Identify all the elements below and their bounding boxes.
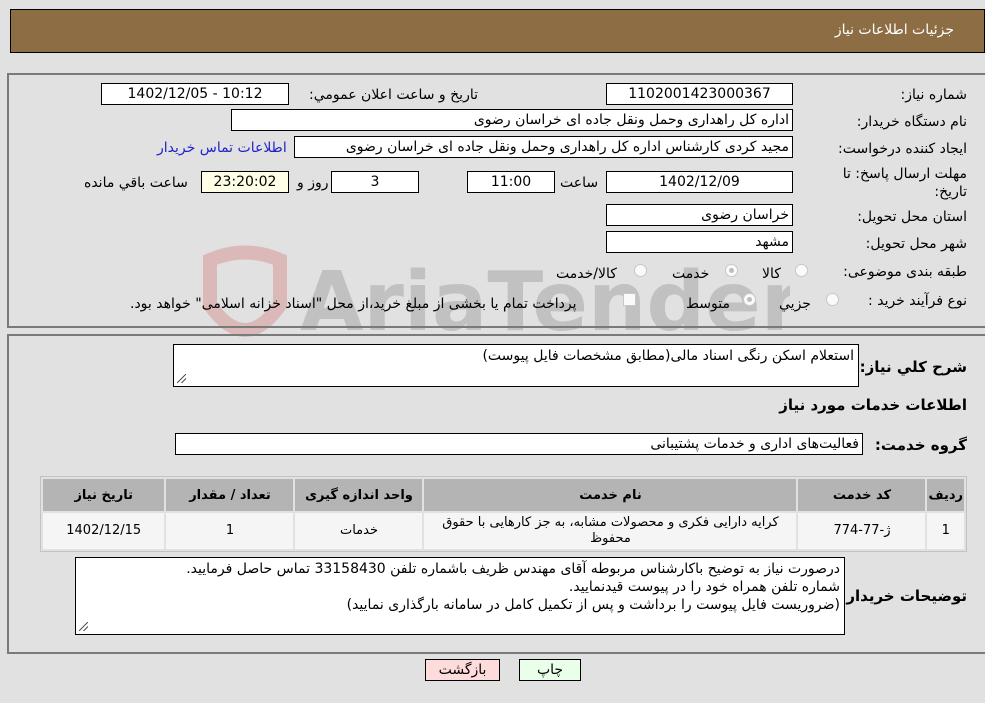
- cell-service-name: کرایه دارایی فکری و محصولات مشابه، به جز…: [424, 513, 797, 549]
- col-row-number: ردیف: [927, 479, 964, 511]
- cell-service-code: ژ-77-774: [798, 513, 926, 549]
- purchase-type-label: نوع فرآیند خرید :: [868, 293, 967, 309]
- buyer-notes-textarea[interactable]: درصورت نیاز به توضیح باکارشناس مربوطه آق…: [75, 557, 845, 635]
- deadline-date-field: 1402/12/09: [606, 171, 793, 193]
- remaining-days-field: 3: [331, 171, 419, 193]
- services-table: ردیف کد خدمت نام خدمت واحد اندازه گیری ت…: [40, 476, 967, 552]
- col-service-code: کد خدمت: [798, 479, 926, 511]
- col-need-date: تاریخ نیاز: [43, 479, 165, 511]
- requester-field: مجید کردی کارشناس اداره کل راهداری وحمل …: [294, 136, 793, 158]
- description-text: استعلام اسکن رنگی اسناد مالی(مطابق مشخصا…: [482, 348, 854, 364]
- remaining-time-field: 23:20:02: [201, 171, 289, 193]
- buyer-org-label: نام دستگاه خریدار:: [856, 114, 967, 130]
- category-radio-goods-service[interactable]: [634, 264, 647, 277]
- purchase-option-medium: متوسط: [686, 296, 730, 312]
- services-section-title: اطلاعات خدمات مورد نیاز: [779, 396, 967, 414]
- page-title: جزئیات اطلاعات نیاز: [834, 22, 954, 38]
- col-service-name: نام خدمت: [424, 479, 797, 511]
- cell-quantity: 1: [166, 513, 294, 549]
- category-option-goods: کالا: [762, 266, 781, 282]
- deadline-label: مهلت ارسال پاسخ: تا تاریخ:: [842, 166, 967, 200]
- cell-need-date: 1402/12/15: [43, 513, 165, 549]
- description-textarea[interactable]: استعلام اسکن رنگی اسناد مالی(مطابق مشخصا…: [173, 344, 859, 387]
- service-group-field: فعالیت‌های اداری و خدمات پشتیبانی: [175, 433, 863, 455]
- days-label: روز و: [297, 175, 329, 191]
- buyer-notes-line: (ضروریست فایل پیوست را برداشت و پس از تک…: [346, 597, 840, 613]
- col-unit: واحد اندازه گیری: [295, 479, 423, 511]
- buyer-contact-link[interactable]: اطلاعات تماس خریدار: [157, 140, 287, 156]
- province-label: استان محل تحویل:: [857, 209, 967, 225]
- category-label: طبقه بندی موضوعی:: [843, 264, 967, 280]
- resize-grip-icon[interactable]: [177, 374, 186, 383]
- announce-datetime-field: 1402/12/05 - 10:12: [101, 83, 289, 105]
- need-number-label: شماره نیاز:: [900, 87, 968, 103]
- table-header-row: ردیف کد خدمت نام خدمت واحد اندازه گیری ت…: [43, 479, 964, 511]
- buyer-notes-line: شماره تلفن همراه خود را در پیوست قیدنمای…: [568, 579, 840, 595]
- treasury-checkbox[interactable]: [623, 293, 636, 306]
- buyer-notes-line: درصورت نیاز به توضیح باکارشناس مربوطه آق…: [186, 561, 840, 577]
- category-option-goods-service: کالا/خدمت: [556, 266, 617, 282]
- category-option-service: خدمت: [672, 266, 710, 282]
- need-number-field: 1102001423000367: [606, 83, 793, 105]
- resize-grip-icon[interactable]: [79, 622, 88, 631]
- remaining-label: ساعت باقي مانده: [84, 175, 188, 191]
- cell-row-number: 1: [927, 513, 964, 549]
- deadline-time-label: ساعت: [560, 175, 599, 191]
- category-radio-goods[interactable]: [795, 264, 808, 277]
- purchase-option-minor: جزيي: [779, 296, 811, 312]
- description-label: شرح کلي نیاز:: [859, 358, 967, 376]
- table-row: 1 ژ-77-774 کرایه دارایی فکری و محصولات م…: [43, 513, 964, 549]
- requester-label: ایجاد کننده درخواست:: [838, 141, 967, 157]
- purchase-radio-minor[interactable]: [826, 293, 839, 306]
- cell-unit: خدمات: [295, 513, 423, 549]
- category-radio-service[interactable]: [725, 264, 738, 277]
- back-button[interactable]: بازگشت: [425, 659, 500, 681]
- city-field: مشهد: [606, 231, 793, 253]
- treasury-note: پرداخت تمام یا بخشی از مبلغ خرید،از محل …: [130, 296, 577, 312]
- buyer-org-field: اداره کل راهداری وحمل ونقل جاده ای خراسا…: [231, 109, 793, 131]
- purchase-radio-medium[interactable]: [743, 293, 756, 306]
- print-button[interactable]: چاپ: [519, 659, 581, 681]
- col-quantity: تعداد / مقدار: [166, 479, 294, 511]
- page-header: جزئیات اطلاعات نیاز: [10, 9, 985, 53]
- buyer-notes-label: توضیحات خریدار:: [840, 587, 967, 605]
- deadline-time-field: 11:00: [467, 171, 555, 193]
- province-field: خراسان رضوی: [606, 204, 793, 226]
- service-group-label: گروه خدمت:: [874, 436, 967, 454]
- city-label: شهر محل تحویل:: [865, 236, 967, 252]
- announce-datetime-label: تاریخ و ساعت اعلان عمومي:: [309, 87, 478, 103]
